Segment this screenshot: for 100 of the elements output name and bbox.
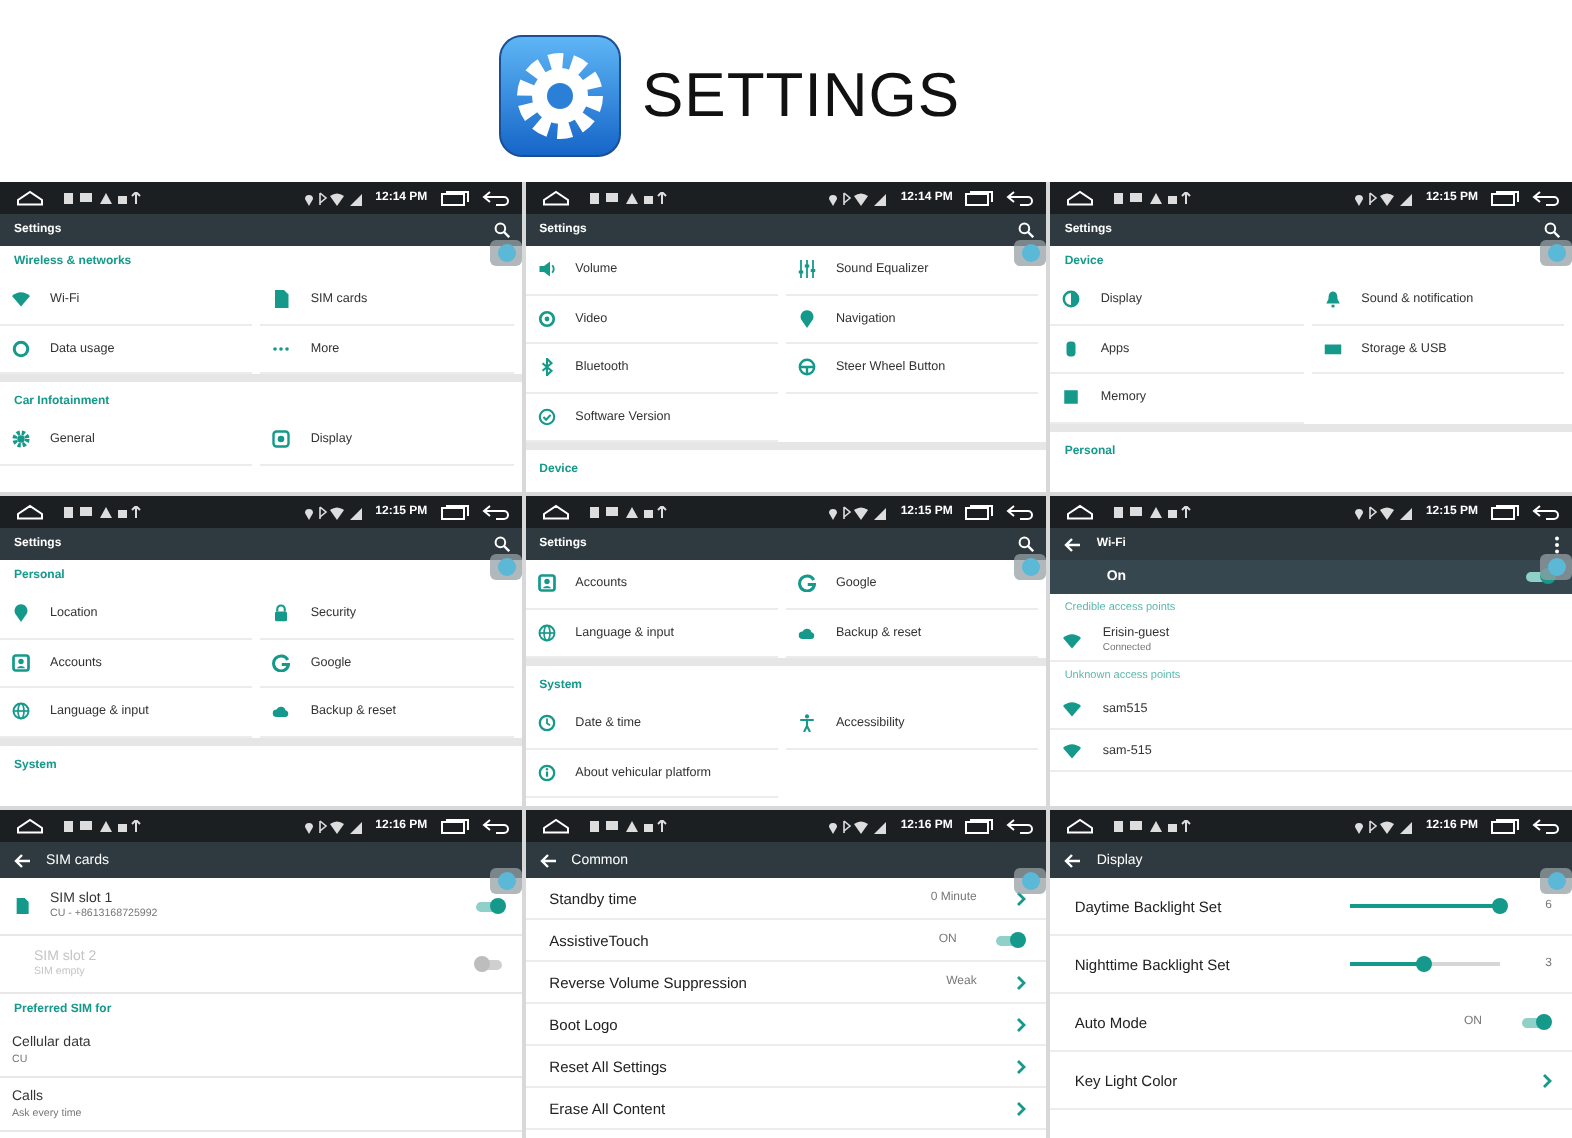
connectivity-icons-drawing xyxy=(1353,819,1414,833)
ring-icon xyxy=(12,339,30,358)
back-arrow-icon[interactable] xyxy=(1064,537,1081,551)
lens-icon xyxy=(537,309,556,328)
g-icon xyxy=(797,574,816,593)
notification-icons-drawing xyxy=(64,506,144,518)
recent-apps-icon[interactable] xyxy=(964,818,995,834)
floating-button[interactable] xyxy=(489,554,522,580)
back-arrow-icon[interactable] xyxy=(539,853,556,867)
notification-icons-drawing xyxy=(64,192,144,204)
home-icon[interactable] xyxy=(541,504,570,520)
recent-apps-icon[interactable] xyxy=(1489,818,1520,834)
info-icon xyxy=(537,763,556,782)
chevron-icon[interactable] xyxy=(1016,1101,1027,1115)
g-icon xyxy=(272,653,291,672)
slider-thumb[interactable] xyxy=(1416,956,1433,972)
search-icon[interactable] xyxy=(1018,222,1035,238)
home-icon[interactable] xyxy=(16,190,44,206)
recent-apps-icon[interactable] xyxy=(964,190,995,206)
back-icon[interactable] xyxy=(481,190,510,206)
globe-icon xyxy=(12,702,30,721)
gear-icon xyxy=(12,430,30,449)
toggle-switch[interactable] xyxy=(996,935,1023,945)
globe-icon xyxy=(537,623,556,642)
notification-icons-drawing xyxy=(1114,506,1195,518)
notification-icons-drawing xyxy=(589,192,670,204)
chevron-icon[interactable] xyxy=(1541,1073,1552,1087)
overflow-menu-icon[interactable] xyxy=(1553,535,1560,553)
location-pin-icon xyxy=(12,604,30,623)
toggle-switch[interactable] xyxy=(1521,1017,1548,1027)
back-arrow-icon[interactable] xyxy=(1064,853,1081,867)
recent-apps-icon[interactable] xyxy=(964,504,995,520)
slider-thumb[interactable] xyxy=(1491,898,1508,914)
search-icon[interactable] xyxy=(493,536,510,552)
floating-button[interactable] xyxy=(1539,868,1572,894)
capsule-icon xyxy=(1062,339,1081,358)
home-icon[interactable] xyxy=(541,190,570,206)
notification-icons-drawing xyxy=(1114,192,1195,204)
connectivity-icons-drawing xyxy=(828,191,889,205)
storage-card-icon xyxy=(1323,339,1342,358)
search-icon[interactable] xyxy=(493,222,510,238)
check-circle-icon xyxy=(537,407,556,426)
back-icon[interactable] xyxy=(1006,818,1035,834)
contact-icon xyxy=(537,574,556,593)
accessibility-figure-icon xyxy=(797,714,816,733)
floating-button[interactable] xyxy=(1539,240,1572,266)
wifi-icon xyxy=(1062,631,1083,649)
toggle-switch[interactable] xyxy=(475,901,502,911)
recent-apps-icon[interactable] xyxy=(1489,190,1520,206)
back-icon[interactable] xyxy=(1531,818,1560,834)
cloud-icon xyxy=(797,623,816,642)
notification-icons-drawing xyxy=(1114,820,1195,832)
recent-apps-icon[interactable] xyxy=(439,818,470,834)
wifi-icon xyxy=(1062,741,1083,759)
back-icon[interactable] xyxy=(481,818,510,834)
floating-button[interactable] xyxy=(489,240,522,266)
wifi-icon xyxy=(1062,699,1083,717)
connectivity-icons-drawing xyxy=(303,819,364,833)
connectivity-icons-drawing xyxy=(828,819,889,833)
home-icon[interactable] xyxy=(1066,504,1095,520)
back-icon[interactable] xyxy=(1531,504,1560,520)
notification-icons-drawing xyxy=(589,820,670,832)
location-pin-icon xyxy=(797,309,816,328)
lock-icon xyxy=(272,604,291,623)
back-arrow-icon[interactable] xyxy=(14,853,30,867)
sim-card-icon xyxy=(272,290,291,309)
sim-card-icon xyxy=(14,896,30,916)
brightness-icon xyxy=(1062,290,1081,309)
cloud-icon xyxy=(272,702,291,721)
home-icon[interactable] xyxy=(16,818,44,834)
clock-icon xyxy=(537,714,556,733)
back-icon[interactable] xyxy=(1531,190,1560,206)
contact-icon xyxy=(12,653,30,672)
chevron-icon[interactable] xyxy=(1016,1059,1027,1073)
home-icon[interactable] xyxy=(1066,190,1095,206)
recent-apps-icon[interactable] xyxy=(1489,504,1520,520)
back-icon[interactable] xyxy=(1006,504,1035,520)
home-icon[interactable] xyxy=(16,504,44,520)
chip-icon xyxy=(1062,388,1081,407)
display-icon xyxy=(272,430,291,449)
chevron-icon[interactable] xyxy=(1016,975,1027,989)
floating-button[interactable] xyxy=(489,868,522,894)
equalizer-icon xyxy=(797,260,816,279)
recent-apps-icon[interactable] xyxy=(439,190,470,206)
home-icon[interactable] xyxy=(1066,818,1095,834)
search-icon[interactable] xyxy=(1018,536,1035,552)
back-icon[interactable] xyxy=(481,504,510,520)
bluetooth-icon xyxy=(537,358,556,377)
settings-app-icon xyxy=(498,33,622,157)
connectivity-icons-drawing xyxy=(1353,505,1414,519)
connectivity-icons-drawing xyxy=(303,191,364,205)
speaker-icon xyxy=(537,260,556,279)
back-icon[interactable] xyxy=(1006,190,1035,206)
home-icon[interactable] xyxy=(541,818,570,834)
search-icon[interactable] xyxy=(1543,222,1560,238)
chevron-icon[interactable] xyxy=(1016,1017,1027,1031)
recent-apps-icon[interactable] xyxy=(439,504,470,520)
connectivity-icons-drawing xyxy=(1353,191,1414,205)
notification-icons-drawing xyxy=(64,820,144,832)
connectivity-icons-drawing xyxy=(303,505,364,519)
